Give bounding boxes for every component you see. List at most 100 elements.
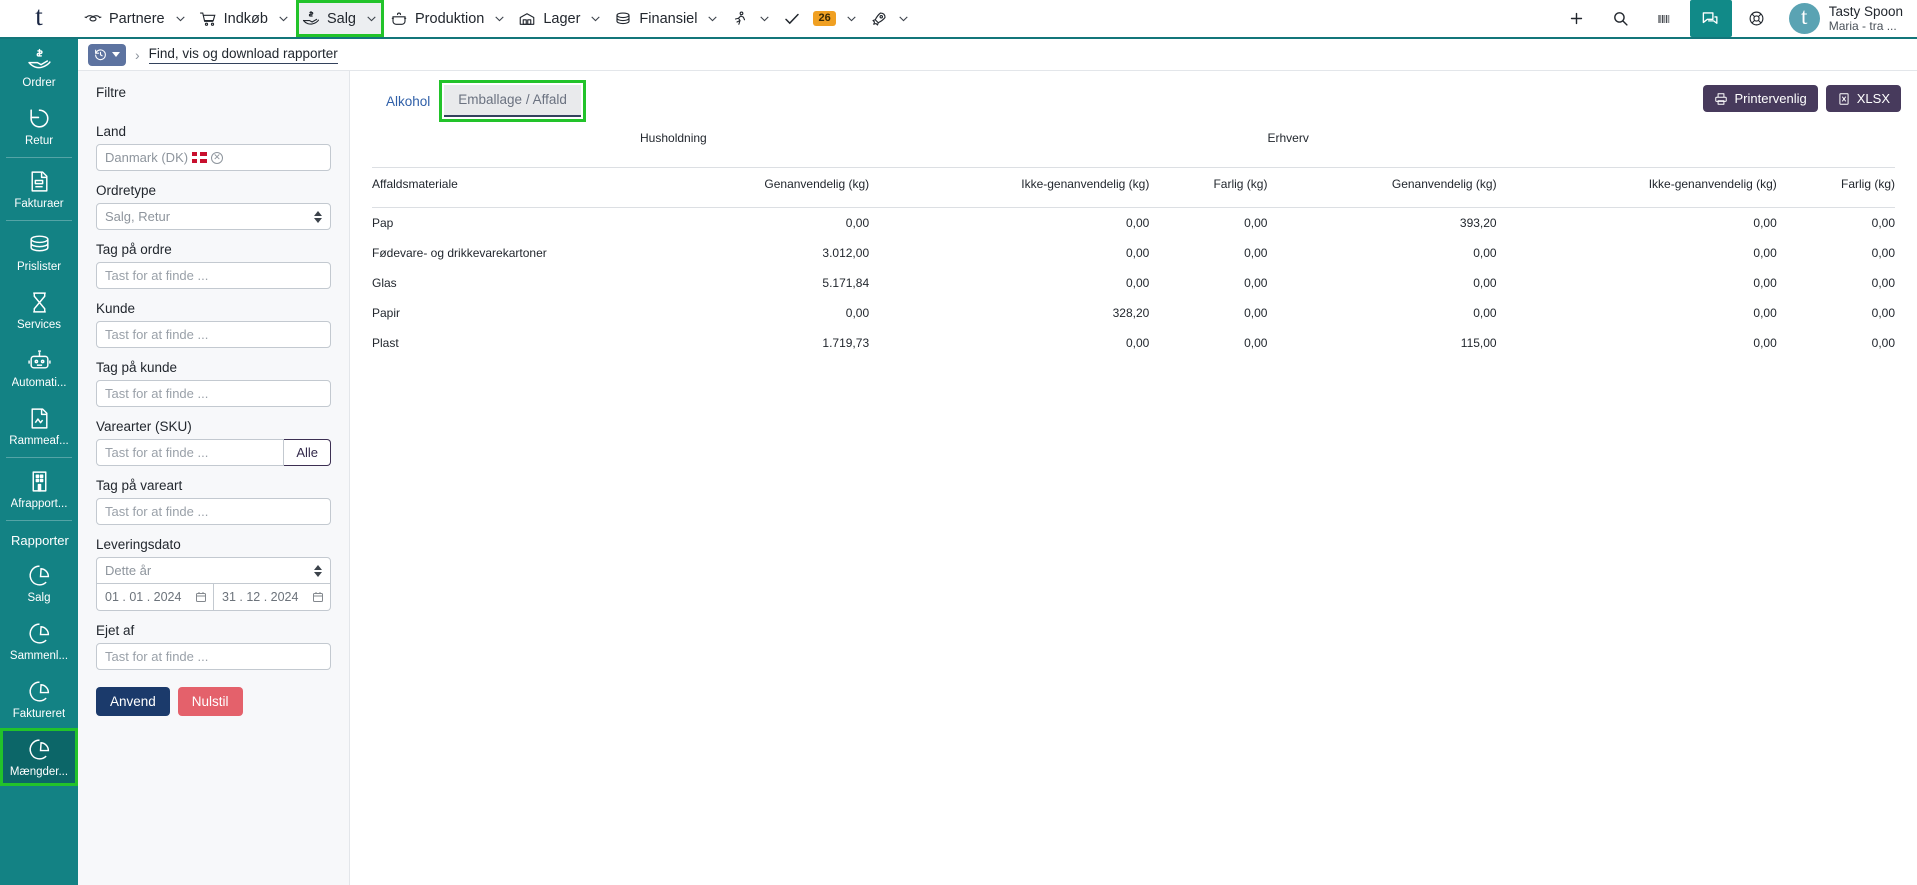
column-header-husholdning-genanvendelig[interactable]: Genanvendelig (kg) (640, 168, 869, 208)
sidebar-label-rammeaftaler: Rammeaf... (9, 435, 68, 447)
nav-label-salg: Salg (327, 11, 356, 27)
plus-icon (1568, 10, 1585, 27)
leveringsdato-preset-select[interactable]: Dette år (96, 557, 331, 584)
sidebar-item-fakturaer[interactable]: Fakturaer (0, 160, 78, 218)
sidebar-item-ordrer[interactable]: Ordrer (0, 39, 78, 97)
calendar-icon[interactable] (195, 591, 207, 603)
column-header-husholdning-ikke-genanvendelig[interactable]: Ikke-genanvendelig (kg) (869, 168, 1149, 208)
leveringsdato-preset-value: Dette år (105, 563, 151, 578)
filter-tag-paa-vareart: Tag på vareart Tast for at finde ... (96, 478, 331, 525)
cell-value: 0,00 (1777, 328, 1895, 358)
chevron-down-icon[interactable] (845, 12, 858, 25)
nav-menu-rocket[interactable] (864, 0, 916, 38)
nav-menu-produktion[interactable]: Produktion (384, 0, 512, 38)
chevron-down-icon[interactable] (493, 12, 506, 25)
group-header-blank (372, 125, 640, 168)
chevron-down-icon[interactable] (277, 12, 290, 25)
column-header-erhverv-ikke-genanvendelig[interactable]: Ikke-genanvendelig (kg) (1497, 168, 1777, 208)
xlsx-button[interactable]: XLSX (1826, 85, 1901, 112)
nav-menu-partnere[interactable]: Partnere (78, 0, 193, 38)
ejet-af-input[interactable]: Tast for at finde ... (96, 643, 331, 670)
nav-menu-finansiel[interactable]: Finansiel (608, 0, 725, 38)
kunde-input[interactable]: Tast for at finde ... (96, 321, 331, 348)
table-row[interactable]: Fødevare- og drikkevarekartoner 3.012,00… (372, 238, 1895, 268)
group-header-husholdning: Husholdning (640, 125, 869, 168)
chevron-down-icon[interactable] (174, 12, 187, 25)
filter-label-land: Land (96, 124, 331, 139)
filter-label-kunde: Kunde (96, 301, 331, 316)
ordretype-select[interactable]: Salg, Retur (96, 203, 331, 230)
date-to-value: 31 . 12 . 2024 (222, 590, 298, 604)
table-row[interactable]: Plast 1.719,73 0,00 0,00 115,00 0,00 0,0… (372, 328, 1895, 358)
group-header-erhverv: Erhverv (1267, 125, 1496, 168)
column-header-affaldsmateriale[interactable]: Affaldsmateriale (372, 168, 640, 208)
column-header-erhverv-farlig[interactable]: Farlig (kg) (1777, 168, 1895, 208)
nav-menu-aktivitet[interactable] (725, 0, 777, 38)
user-profile[interactable]: t Tasty Spoon Maria - tra ... (1779, 0, 1917, 38)
tag-paa-ordre-input[interactable]: Tast for at finde ... (96, 262, 331, 289)
tab-alkohol[interactable]: Alkohol (372, 87, 444, 117)
chevron-down-icon[interactable] (758, 12, 771, 25)
printervenlig-button[interactable]: Printervenlig (1703, 85, 1817, 112)
barcode-button[interactable] (1643, 0, 1687, 38)
nav-menu-opgaver[interactable]: 26 (777, 0, 863, 38)
chat-button[interactable] (1690, 0, 1732, 37)
sidebar-item-faktureret[interactable]: Faktureret (0, 670, 78, 728)
sidebar-item-maengder[interactable]: Mængder... (0, 728, 78, 786)
placeholder-text: Tast for at finde ... (105, 268, 208, 283)
chevron-down-icon[interactable] (365, 12, 378, 25)
chevron-updown-icon (314, 565, 322, 577)
chevron-down-icon[interactable] (706, 12, 719, 25)
filter-ordretype: Ordretype Salg, Retur (96, 183, 331, 230)
sidebar-item-retur[interactable]: Retur (0, 97, 78, 155)
tag-paa-kunde-input[interactable]: Tast for at finde ... (96, 380, 331, 407)
varearter-alle-button[interactable]: Alle (284, 439, 331, 466)
chevron-down-icon[interactable] (897, 12, 910, 25)
cell-value: 0,00 (1497, 298, 1777, 328)
chevron-down-icon[interactable] (112, 52, 120, 57)
sidebar-item-sammenligning[interactable]: Sammenl... (0, 612, 78, 670)
sidebar-item-rammeaftaler[interactable]: Rammeaf... (0, 397, 78, 455)
apply-button[interactable]: Anvend (96, 687, 170, 716)
breadcrumb-title[interactable]: Find, vis og download rapporter (149, 46, 338, 64)
add-button[interactable] (1555, 0, 1599, 38)
clear-circle-icon[interactable]: ✕ (211, 152, 223, 164)
profile-name: Tasty Spoon (1829, 4, 1903, 19)
date-to-input[interactable]: 31 . 12 . 2024 (213, 584, 331, 611)
varearter-input[interactable]: Tast for at finde ... (96, 439, 284, 466)
land-input[interactable]: Danmark (DK) ✕ (96, 144, 331, 171)
table-row[interactable]: Glas 5.171,84 0,00 0,00 0,00 0,00 0,00 (372, 268, 1895, 298)
cell-value: 0,00 (1497, 238, 1777, 268)
history-button[interactable] (88, 44, 126, 66)
search-button[interactable] (1599, 0, 1643, 38)
filter-panel: Filtre Land Danmark (DK) ✕ Ordretype Sal… (78, 71, 350, 885)
cell-value: 393,20 (1267, 208, 1496, 239)
sidebar-item-prislister[interactable]: Prislister (0, 223, 78, 281)
column-header-erhverv-genanvendelig[interactable]: Genanvendelig (kg) (1267, 168, 1496, 208)
table-row[interactable]: Papir 0,00 328,20 0,00 0,00 0,00 0,00 (372, 298, 1895, 328)
tab-emballage-affald[interactable]: Emballage / Affald (444, 85, 581, 117)
calendar-icon[interactable] (312, 591, 324, 603)
sidebar-item-services[interactable]: Services (0, 281, 78, 339)
help-button[interactable] (1735, 0, 1779, 38)
nav-menu-salg[interactable]: Salg (296, 0, 384, 37)
tag-paa-vareart-input[interactable]: Tast for at finde ... (96, 498, 331, 525)
nav-label-finansiel: Finansiel (639, 11, 697, 27)
filter-label-ejet-af: Ejet af (96, 623, 331, 638)
app-logo[interactable]: t (0, 0, 78, 38)
nav-menu-indkob[interactable]: Indkøb (193, 0, 296, 38)
table-column-header: Affaldsmateriale Genanvendelig (kg) Ikke… (372, 168, 1895, 208)
sidebar-item-automatisering[interactable]: Automati... (0, 339, 78, 397)
reset-button[interactable]: Nulstil (178, 687, 243, 716)
sidebar-item-salg-rapport[interactable]: Salg (0, 554, 78, 612)
column-header-husholdning-farlig[interactable]: Farlig (kg) (1149, 168, 1267, 208)
check-icon (783, 10, 801, 28)
sidebar-item-afrapportering[interactable]: Afrapport... (0, 460, 78, 518)
placeholder-text: Tast for at finde ... (105, 504, 208, 519)
nav-menu-lager[interactable]: Lager (512, 0, 608, 38)
cell-value: 0,00 (1497, 268, 1777, 298)
chevron-down-icon[interactable] (589, 12, 602, 25)
sidebar-divider (6, 220, 72, 221)
table-row[interactable]: Pap 0,00 0,00 0,00 393,20 0,00 0,00 (372, 208, 1895, 239)
date-from-input[interactable]: 01 . 01 . 2024 (96, 584, 213, 611)
